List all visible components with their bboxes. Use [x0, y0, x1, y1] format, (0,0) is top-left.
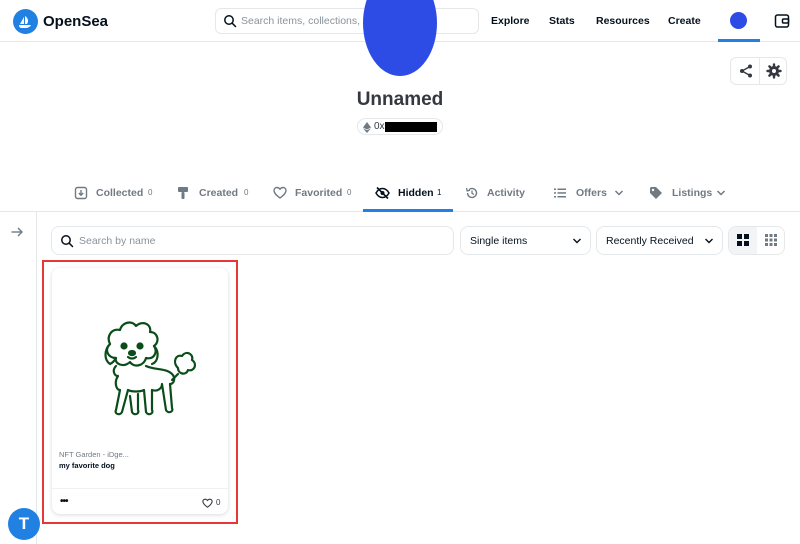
profile-name: Unnamed — [356, 89, 444, 110]
nav-resources[interactable]: Resources — [596, 15, 650, 27]
wallet-address[interactable]: 0x — [357, 118, 443, 135]
large-grid-button[interactable] — [729, 227, 757, 254]
profile-tabs: Collected 0 Created 0 Favorited 0 Hidden… — [0, 176, 800, 212]
ethereum-icon — [363, 122, 371, 133]
sidebar-divider — [36, 212, 37, 544]
brand-name[interactable]: OpenSea — [43, 13, 108, 30]
account-active-indicator — [718, 39, 760, 42]
help-widget-glyph: T — [18, 514, 30, 533]
address-redacted — [385, 122, 437, 132]
active-tab-indicator — [363, 209, 453, 212]
favorite-count: 0 — [216, 498, 221, 507]
account-avatar[interactable] — [730, 12, 747, 29]
tab-activity-label: Activity — [487, 187, 525, 199]
tab-favorited-label: Favorited — [295, 187, 343, 199]
share-icon[interactable] — [738, 63, 754, 79]
nav-stats[interactable]: Stats — [549, 15, 575, 27]
item-type-select[interactable]: Single items — [460, 226, 591, 255]
history-icon — [465, 187, 478, 199]
brush-icon — [178, 187, 188, 199]
opensea-logo-icon[interactable] — [13, 9, 38, 34]
expand-filters-arrow-icon[interactable] — [10, 225, 24, 239]
card-footer-divider — [52, 488, 228, 489]
chevron-down-icon — [573, 238, 581, 244]
tab-listings-label: Listings — [672, 187, 713, 199]
profile-actions — [730, 57, 787, 85]
tab-created-label: Created — [199, 187, 239, 199]
more-options-icon[interactable]: ••• — [60, 496, 68, 507]
small-grid-button[interactable] — [757, 227, 784, 254]
tab-collected-count: 0 — [148, 188, 153, 197]
nav-create[interactable]: Create — [668, 15, 701, 27]
nft-image-dog — [104, 321, 197, 416]
tab-created-count: 0 — [244, 188, 249, 197]
tab-hidden-label: Hidden — [398, 187, 434, 199]
chevron-down-icon — [614, 190, 624, 196]
help-widget-button[interactable]: T — [8, 508, 40, 540]
tab-collected-label: Collected — [96, 187, 144, 199]
chevron-down-icon — [705, 238, 713, 244]
wallet-icon[interactable] — [774, 13, 790, 29]
nav-explore[interactable]: Explore — [491, 15, 530, 27]
global-search-input[interactable]: Search items, collections, and accounts — [215, 8, 479, 34]
tab-offers-label: Offers — [576, 187, 607, 199]
favorite-heart-icon[interactable] — [202, 498, 213, 508]
tag-icon — [650, 187, 662, 199]
gear-icon[interactable] — [766, 63, 782, 79]
eye-off-icon — [375, 186, 390, 200]
heart-icon — [273, 186, 287, 199]
small-grid-icon — [765, 234, 777, 246]
item-type-value: Single items — [470, 235, 528, 247]
profile-avatar — [363, 0, 437, 76]
grid-size-toggle — [728, 226, 785, 255]
list-icon — [554, 188, 566, 198]
tab-hidden-count: 1 — [437, 188, 442, 197]
item-search-placeholder: Search by name — [79, 235, 156, 247]
sort-value: Recently Received — [606, 235, 694, 247]
search-icon — [61, 235, 74, 248]
item-search-input[interactable]: Search by name — [51, 226, 454, 255]
nft-card[interactable]: NFT Garden - iDge... my favorite dog •••… — [52, 268, 228, 514]
tab-favorited-count: 0 — [347, 188, 352, 197]
chevron-down-icon — [716, 190, 726, 196]
actions-divider — [759, 58, 760, 84]
collected-icon — [74, 186, 88, 200]
search-icon — [224, 15, 237, 28]
address-prefix: 0x — [374, 121, 385, 132]
nft-collection-name[interactable]: NFT Garden - iDge... — [59, 450, 129, 459]
sort-select[interactable]: Recently Received — [596, 226, 723, 255]
large-grid-icon — [737, 234, 749, 246]
nft-item-name: my favorite dog — [59, 461, 115, 470]
